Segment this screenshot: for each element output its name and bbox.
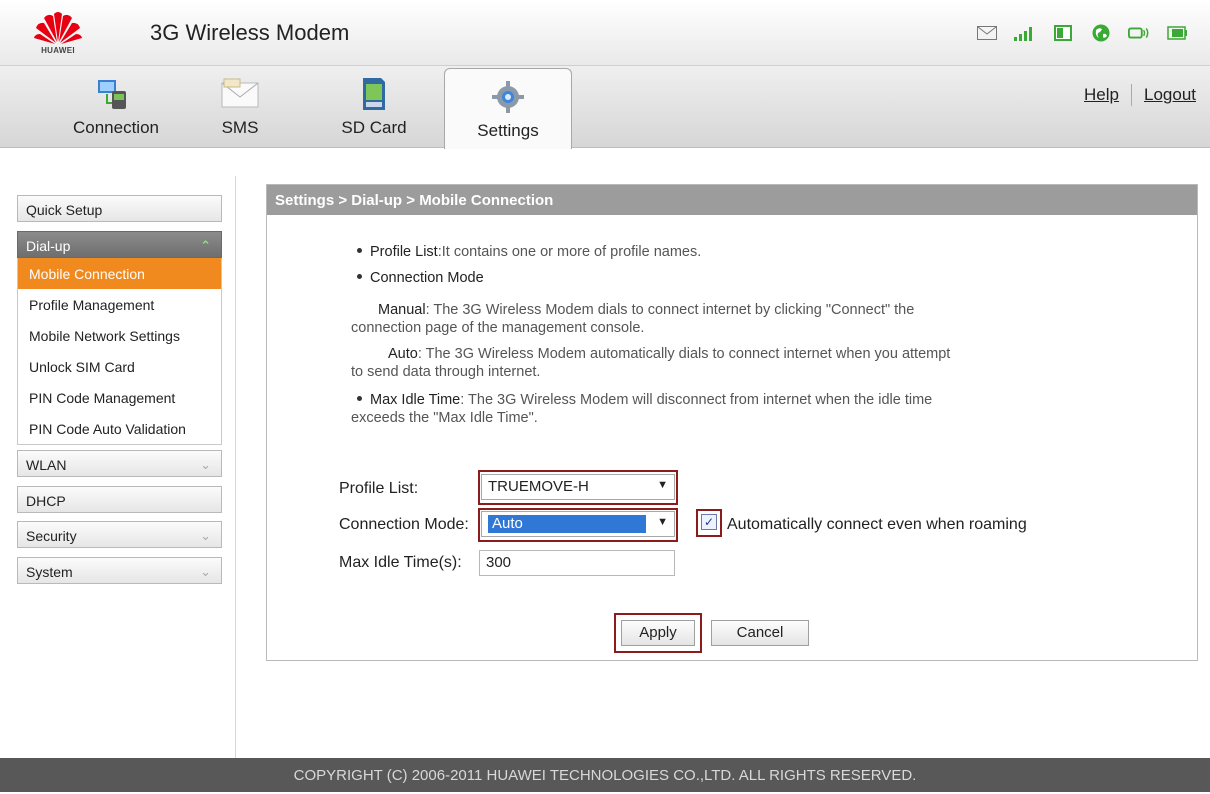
help-desc: :It contains one or more of profile name… <box>437 244 702 260</box>
help-term: Connection Mode <box>370 270 484 286</box>
help-manual-line2: connection page of the management consol… <box>351 320 645 336</box>
sidebar-dhcp-label: DHCP <box>26 493 66 509</box>
help-link[interactable]: Help <box>1084 85 1119 105</box>
help-term: Manual <box>378 302 426 318</box>
app-title: 3G Wireless Modem <box>150 20 350 45</box>
bullet <box>357 274 362 279</box>
tab-connection[interactable]: Connection <box>52 66 180 148</box>
logout-link[interactable]: Logout <box>1144 85 1196 105</box>
bullet <box>357 396 362 401</box>
sim-icon <box>1052 24 1074 42</box>
connection-mode-label: Connection Mode: <box>339 516 469 533</box>
help-manual-line1: Manual: The 3G Wireless Modem dials to c… <box>378 301 914 319</box>
help-idle-line2: exceeds the "Max Idle Time". <box>351 410 538 426</box>
status-icons <box>976 24 1188 42</box>
sidebar-dial-up[interactable]: Dial-up ⌃ <box>17 231 222 258</box>
help-term: Profile List <box>370 244 438 260</box>
help-connection-mode: Connection Mode <box>357 269 484 287</box>
sidebar-item-label: Profile Management <box>29 297 155 313</box>
copyright-footer: COPYRIGHT (C) 2006-2011 HUAWEI TECHNOLOG… <box>0 758 1210 792</box>
help-term: Max Idle Time <box>370 392 461 408</box>
sidebar-item-label: Unlock SIM Card <box>29 359 135 375</box>
help-idle-line1: Max Idle Time: The 3G Wireless Modem wil… <box>357 391 932 409</box>
sidebar-item-profile-management[interactable]: Profile Management <box>18 289 221 320</box>
roaming-label: Automatically connect even when roaming <box>727 516 1027 533</box>
help-auto-line2: to send data through internet. <box>351 364 541 380</box>
sidebar-item-unlock-sim-card[interactable]: Unlock SIM Card <box>18 351 221 382</box>
connection-mode-select[interactable]: Auto ▼ <box>481 511 675 537</box>
help-profile-list: Profile List:It contains one or more of … <box>357 243 701 261</box>
sidebar-item-mobile-network-settings[interactable]: Mobile Network Settings <box>18 320 221 351</box>
connection-icon <box>96 76 136 112</box>
battery-icon <box>1166 24 1188 42</box>
chevron-up-icon: ⌃ <box>200 238 211 253</box>
tab-label-connection: Connection <box>72 118 159 137</box>
sidebar-dial-up-label: Dial-up <box>26 238 71 254</box>
sidebar-item-label: PIN Code Auto Validation <box>29 421 186 437</box>
tab-label-settings: Settings <box>477 121 539 140</box>
globe-icon <box>1090 24 1112 42</box>
profile-list-value: TRUEMOVE-H <box>488 478 589 495</box>
dial-up-submenu: Mobile Connection Profile Management Mob… <box>17 258 222 445</box>
dropdown-arrow-icon: ▼ <box>657 479 668 491</box>
max-idle-label: Max Idle Time(s): <box>339 554 462 571</box>
sidebar-wlan[interactable]: WLAN ⌄ <box>17 450 222 477</box>
signal-bars-icon <box>1014 24 1036 42</box>
sidebar-item-label: Mobile Network Settings <box>29 328 180 344</box>
sidebar-security-label: Security <box>26 528 77 544</box>
tab-sms[interactable]: SMS <box>200 66 280 148</box>
sidebar-dhcp[interactable]: DHCP <box>17 486 222 513</box>
chevron-down-icon: ⌄ <box>200 457 211 472</box>
sidebar-system-label: System <box>26 564 73 580</box>
max-idle-input[interactable]: 300 <box>479 550 675 576</box>
roaming-checkbox[interactable]: ✓ <box>701 514 717 530</box>
help-desc: : The 3G Wireless Modem will disconnect … <box>460 392 933 408</box>
app-header: HUAWEI 3G Wireless Modem <box>0 0 1210 66</box>
dropdown-arrow-icon: ▼ <box>657 516 668 528</box>
profile-list-label: Profile List: <box>339 480 419 497</box>
sidebar-wlan-label: WLAN <box>26 457 67 473</box>
huawei-petals-icon <box>34 12 82 44</box>
tab-label-sd-card: SD Card <box>341 118 407 137</box>
sidebar-quick-setup[interactable]: Quick Setup <box>17 195 222 222</box>
breadcrumb: Settings > Dial-up > Mobile Connection <box>267 185 1197 215</box>
sidebar-item-label: PIN Code Management <box>29 390 176 406</box>
sidebar-security[interactable]: Security ⌄ <box>17 521 222 548</box>
wifi-router-icon <box>1128 24 1150 42</box>
gear-icon <box>488 79 528 115</box>
profile-list-select[interactable]: TRUEMOVE-H ▼ <box>481 474 675 500</box>
tab-label-sms: SMS <box>221 118 259 137</box>
chevron-down-icon: ⌄ <box>200 564 211 579</box>
sidebar-item-pin-code-management[interactable]: PIN Code Management <box>18 382 221 413</box>
help-auto-line1: Auto: The 3G Wireless Modem automaticall… <box>388 345 950 363</box>
brand-text: HUAWEI <box>41 46 75 55</box>
connection-mode-value: Auto <box>488 515 646 533</box>
envelope-icon[interactable] <box>976 24 998 42</box>
tab-settings[interactable]: Settings <box>444 68 572 149</box>
cancel-button[interactable]: Cancel <box>711 620 809 646</box>
help-term: Auto <box>388 346 418 362</box>
sidebar-item-pin-code-auto-validation[interactable]: PIN Code Auto Validation <box>18 413 221 444</box>
chevron-down-icon: ⌄ <box>200 528 211 543</box>
top-links: Help Logout <box>1084 84 1196 106</box>
bullet <box>357 248 362 253</box>
tab-sd-card[interactable]: SD Card <box>318 66 430 148</box>
main-tab-bar: Connection SMS SD Card Settings <box>0 66 1210 149</box>
help-desc: : The 3G Wireless Modem dials to connect… <box>425 302 915 318</box>
apply-button[interactable]: Apply <box>621 620 695 646</box>
sd-card-icon <box>354 76 394 112</box>
sidebar-quick-setup-label: Quick Setup <box>26 202 103 218</box>
sidebar-item-label: Mobile Connection <box>29 266 145 282</box>
link-divider <box>1131 84 1132 106</box>
huawei-logo: HUAWEI <box>32 8 92 60</box>
sidebar-item-mobile-connection[interactable]: Mobile Connection <box>18 258 221 289</box>
settings-panel: Settings > Dial-up > Mobile Connection P… <box>266 184 1198 661</box>
sidebar-system[interactable]: System ⌄ <box>17 557 222 584</box>
envelope-icon <box>220 76 260 112</box>
help-desc: : The 3G Wireless Modem automatically di… <box>417 346 951 362</box>
